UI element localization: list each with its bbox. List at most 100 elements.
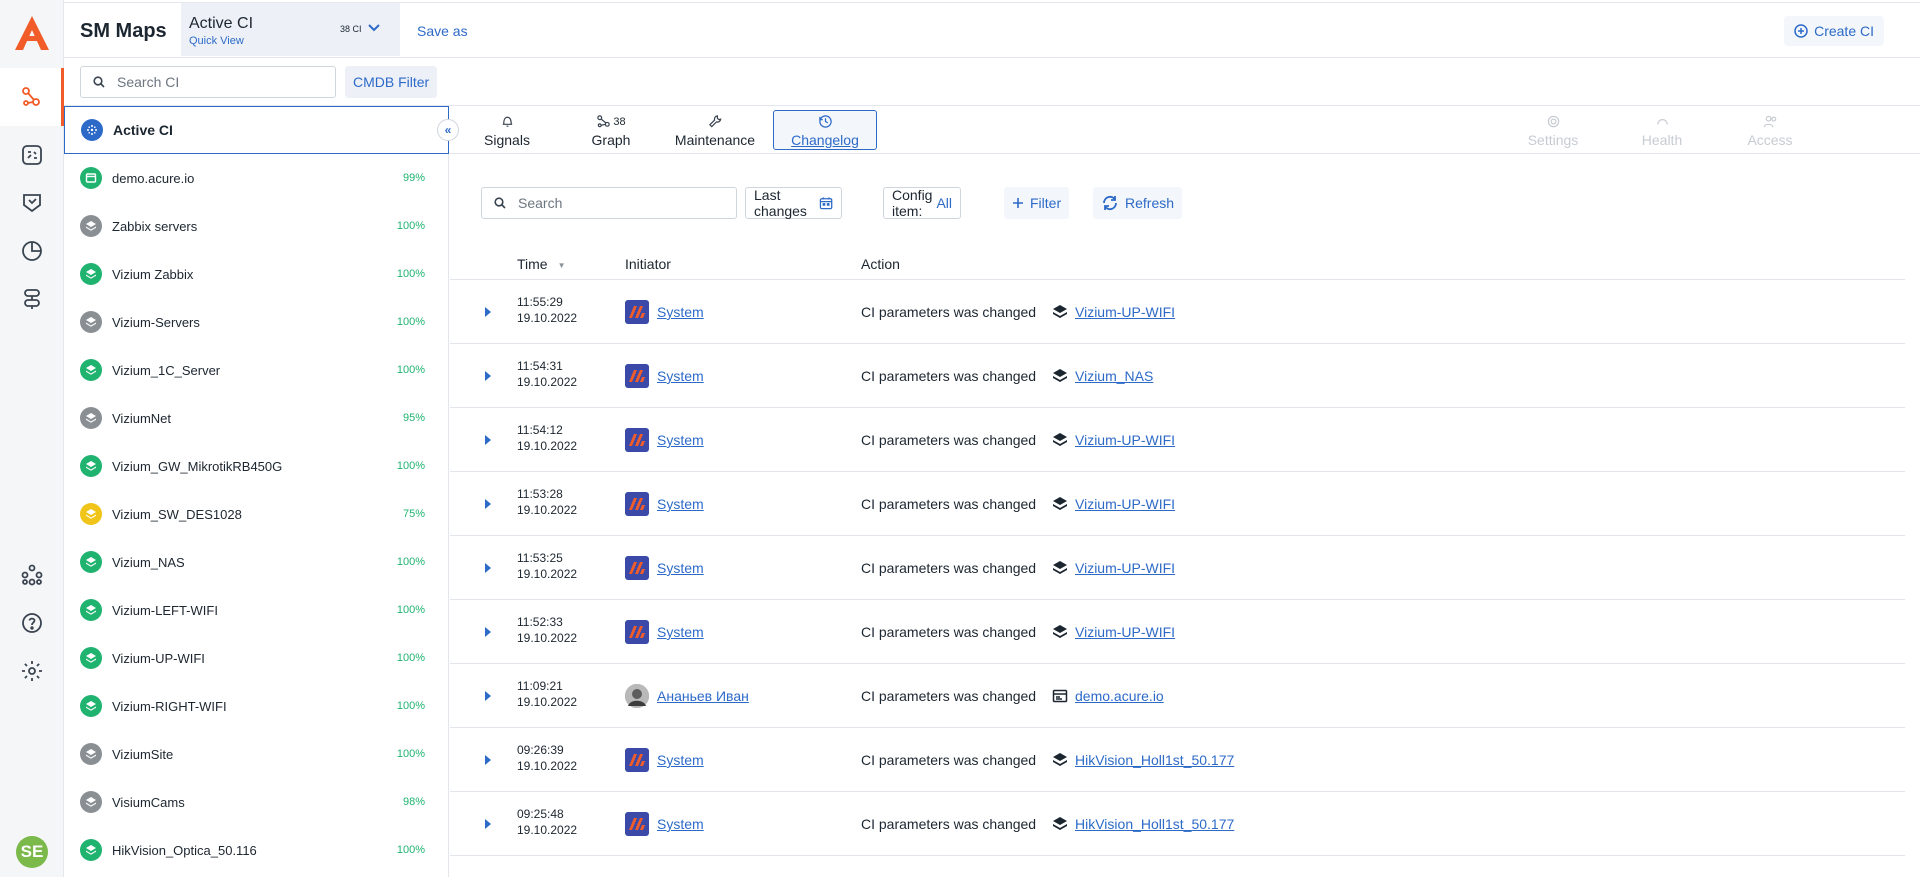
layers-icon <box>80 791 102 813</box>
initiator-link[interactable]: System <box>657 624 704 640</box>
expand-row-icon[interactable] <box>485 755 491 765</box>
ci-link[interactable]: HikVision_Holl1st_50.177 <box>1075 752 1234 768</box>
system-logo-icon <box>625 812 649 836</box>
initiator-link[interactable]: System <box>657 560 704 576</box>
sidebar-item[interactable]: demo.acure.io 99% <box>64 154 449 202</box>
tab-changelog[interactable]: Changelog <box>773 110 877 150</box>
collapse-sidebar-button[interactable]: « <box>437 119 459 141</box>
expand-row-icon[interactable] <box>485 627 491 637</box>
sidebar-item[interactable]: HikVision_Optica_50.116 100% <box>64 826 449 874</box>
expand-row-icon[interactable] <box>485 371 491 381</box>
sidebar-item[interactable]: ViziumSite 100% <box>64 730 449 778</box>
health-percent: 100% <box>396 844 425 856</box>
config-item-select[interactable]: Config item: All <box>883 187 962 219</box>
view-ci-count: 38 CI <box>340 24 362 34</box>
sidebar-item-label: ViziumNet <box>112 410 172 426</box>
ci-sidebar: « Active CI demo.acure.io 99% Zabbix server… <box>64 106 459 877</box>
save-as-button[interactable]: Save as <box>417 23 468 39</box>
layers-icon <box>80 743 102 765</box>
health-percent: 100% <box>396 460 425 472</box>
changelog-search-input[interactable] <box>518 195 718 211</box>
user-avatar[interactable]: SE <box>16 836 48 868</box>
initiator-link[interactable]: System <box>657 432 704 448</box>
tab-label: Graph <box>591 131 631 148</box>
maps-icon <box>21 87 40 106</box>
initiator-link[interactable]: System <box>657 368 704 384</box>
ci-link[interactable]: HikVision_Holl1st_50.177 <box>1075 816 1234 832</box>
sidebar-item[interactable]: Vizium Zabbix 100% <box>64 250 449 298</box>
sidebar-item[interactable]: Zabbix servers 100% <box>64 202 449 250</box>
row-date: 19.10.2022 <box>517 503 578 517</box>
expand-row-icon[interactable] <box>485 563 491 573</box>
calendar-icon <box>819 197 833 210</box>
chevron-down-icon <box>368 24 380 32</box>
system-logo-icon <box>625 300 649 324</box>
expand-row-icon[interactable] <box>485 819 491 829</box>
tab-signals[interactable]: Signals <box>455 110 559 150</box>
users-icon <box>1763 115 1776 128</box>
cluster-icon <box>81 119 103 141</box>
filter-label: Filter <box>1030 195 1062 211</box>
table-row: 09:26:39 19.10.2022 System CI parameters wa… <box>450 728 1905 792</box>
sidebar-item[interactable]: Vizium_1C_Server 100% <box>64 346 449 394</box>
ci-link[interactable]: Vizium-UP-WIFI <box>1075 304 1175 320</box>
sidebar-item[interactable]: Vizium-UP-WIFI 100% <box>64 634 449 682</box>
initiator-link[interactable]: System <box>657 496 704 512</box>
ci-link[interactable]: Vizium-UP-WIFI <box>1075 432 1175 448</box>
sort-down-icon[interactable]: ▼ <box>558 261 566 270</box>
sidebar-item[interactable]: VisiumCams 98% <box>64 778 449 826</box>
time-column-header[interactable]: Time ▼ <box>517 256 566 272</box>
sidebar-item[interactable]: Active CI <box>64 106 449 154</box>
initiator-link[interactable]: System <box>657 304 704 320</box>
expand-row-icon[interactable] <box>485 691 491 701</box>
row-time: 11:53:25 <box>517 551 563 565</box>
tab-maintenance[interactable]: Maintenance <box>663 110 767 150</box>
health-percent: 100% <box>396 268 425 280</box>
ci-link[interactable]: Vizium_NAS <box>1075 368 1153 384</box>
tab-graph[interactable]: 38 Graph <box>559 110 663 150</box>
changelog-search[interactable] <box>481 187 737 219</box>
sidebar-item[interactable]: Vizium_GW_MikrotikRB450G 100% <box>64 442 449 490</box>
sidebar-item[interactable]: Vizium-Servers 100% <box>64 298 449 346</box>
sidebar-item[interactable]: ViziumNet 95% <box>64 394 449 442</box>
acure-logo[interactable] <box>13 14 51 52</box>
ci-link[interactable]: demo.acure.io <box>1075 688 1164 704</box>
rail-maps-button[interactable] <box>0 68 64 126</box>
layers-icon <box>80 503 102 525</box>
row-action: CI parameters was changed <box>861 432 1037 448</box>
sidebar-item[interactable]: Vizium_SW_DES1028 75% <box>64 490 449 538</box>
pie-chart-icon <box>22 241 42 261</box>
time-header-label: Time <box>517 256 548 272</box>
ci-search-input[interactable] <box>117 74 317 90</box>
layers-icon <box>1052 816 1068 832</box>
sidebar-item[interactable]: Vizium-RIGHT-WIFI 100% <box>64 682 449 730</box>
sidebar-item-label: Vizium_GW_MikrotikRB450G <box>112 458 283 474</box>
initiator-link[interactable]: System <box>657 816 704 832</box>
rail-settings-button[interactable] <box>0 642 64 700</box>
expand-row-icon[interactable] <box>485 435 491 445</box>
sidebar-item[interactable]: Vizium-LEFT-WIFI 100% <box>64 586 449 634</box>
ci-link[interactable]: Vizium-UP-WIFI <box>1075 496 1175 512</box>
expand-row-icon[interactable] <box>485 499 491 509</box>
ci-link[interactable]: Vizium-UP-WIFI <box>1075 624 1175 640</box>
ci-search[interactable] <box>80 66 336 98</box>
initiator-link[interactable]: Ананьев Иван <box>657 688 749 704</box>
layers-icon <box>80 551 102 573</box>
tab-badge: 38 <box>613 115 626 128</box>
tab-health: Health <box>1610 110 1714 150</box>
create-ci-button[interactable]: Create CI <box>1784 16 1884 46</box>
system-logo-icon <box>625 428 649 452</box>
window-icon <box>1052 688 1068 704</box>
refresh-button[interactable]: Refresh <box>1093 187 1183 219</box>
sidebar-item[interactable]: Vizium_NAS 100% <box>64 538 449 586</box>
rail-routes-button[interactable] <box>0 270 64 328</box>
cmdb-filter-button[interactable]: CMDB Filter <box>345 66 438 98</box>
last-changes-button[interactable]: Last changes <box>745 187 842 219</box>
view-selector[interactable]: Active CI Quick View 38 CI <box>181 3 400 56</box>
row-date: 19.10.2022 <box>517 631 578 645</box>
ci-link[interactable]: Vizium-UP-WIFI <box>1075 560 1175 576</box>
expand-row-icon[interactable] <box>485 307 491 317</box>
filter-button[interactable]: Filter <box>1004 187 1070 219</box>
create-ci-label: Create CI <box>1814 23 1874 39</box>
initiator-link[interactable]: System <box>657 752 704 768</box>
